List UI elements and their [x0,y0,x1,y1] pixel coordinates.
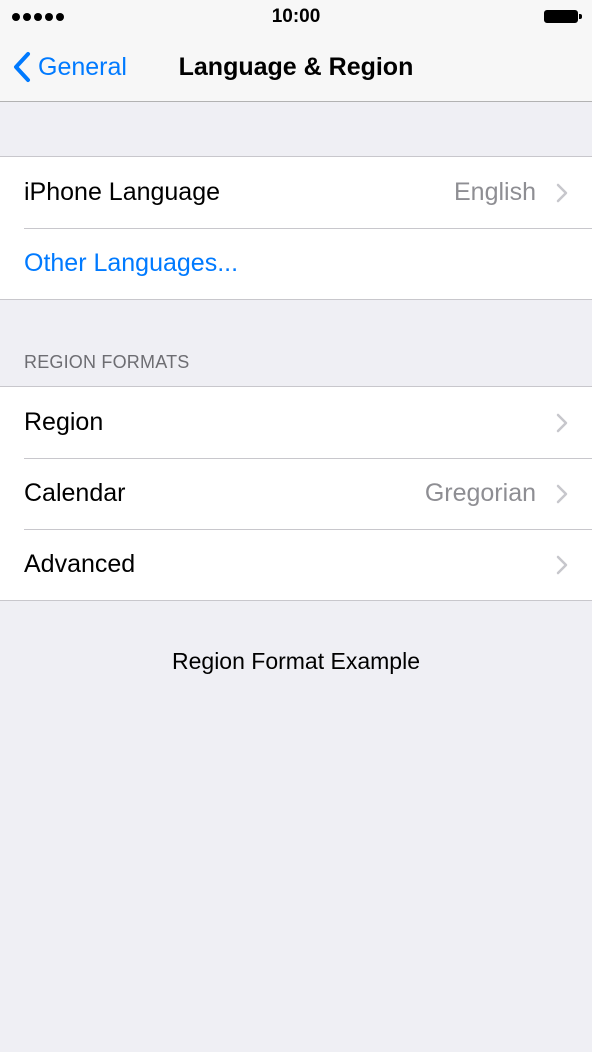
region-formats-group: Region Calendar Gregorian Advanced [0,386,592,601]
navigation-bar: General Language & Region [0,34,592,102]
iphone-language-value: English [454,178,536,206]
calendar-row[interactable]: Calendar Gregorian [0,458,592,529]
page-title: Language & Region [178,53,414,81]
iphone-language-row[interactable]: iPhone Language English [0,157,592,228]
region-format-example-title: Region Format Example [172,648,420,674]
chevron-right-icon [556,484,568,504]
region-row[interactable]: Region [0,387,592,458]
chevron-right-icon [556,555,568,575]
advanced-label: Advanced [24,550,136,578]
advanced-row[interactable]: Advanced [0,529,592,600]
chevron-right-icon [556,183,568,203]
iphone-language-label: iPhone Language [24,178,221,206]
battery-icon [544,10,582,23]
status-bar: 10:00 [0,0,592,34]
calendar-value: Gregorian [424,479,536,507]
other-languages-row[interactable]: Other Languages... [0,228,592,299]
region-formats-header: REGION FORMATS [24,352,190,372]
language-group: iPhone Language English Other Languages.… [0,156,592,300]
status-time: 10:00 [271,6,321,27]
chevron-right-icon [556,413,568,433]
calendar-label: Calendar [24,479,126,507]
region-label: Region [24,408,104,436]
other-languages-link[interactable]: Other Languages... [24,249,238,278]
